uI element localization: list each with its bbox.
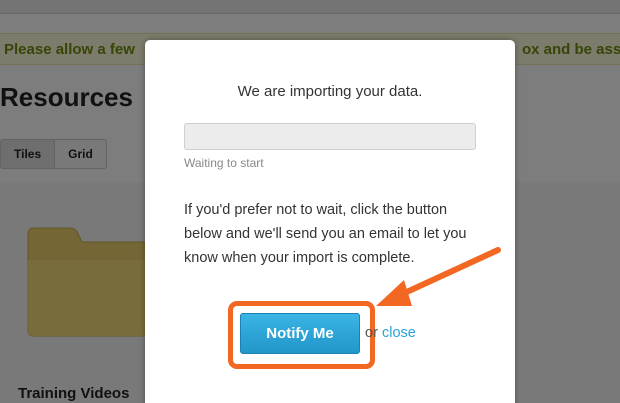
- import-modal: We are importing your data. Waiting to s…: [145, 40, 515, 403]
- arrow-icon: [376, 247, 501, 306]
- notify-me-button[interactable]: Notify Me: [240, 313, 360, 354]
- close-link[interactable]: close: [382, 325, 416, 341]
- progress-status: Waiting to start: [184, 156, 264, 170]
- import-progress-bar: [184, 123, 476, 150]
- modal-title: We are importing your data.: [237, 83, 423, 100]
- or-text: or: [365, 325, 378, 341]
